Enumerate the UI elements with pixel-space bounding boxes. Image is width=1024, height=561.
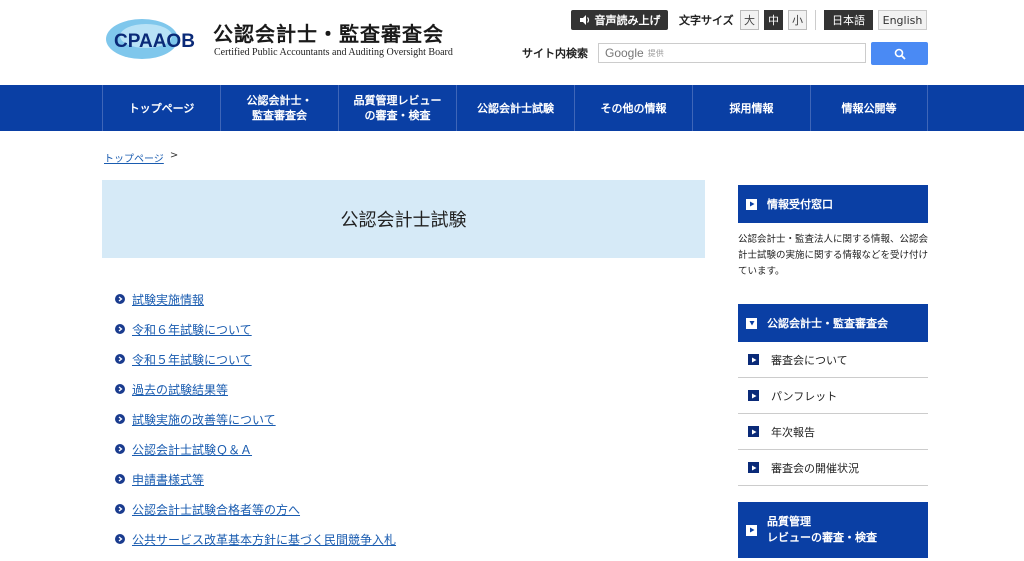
arrow-bullet-icon — [115, 534, 125, 544]
passers-link[interactable]: 公認会計士試験合格者等の方へ — [132, 501, 300, 518]
info-desk-text: 公認会計士・監査法人に関する情報、公認会計士試験の実施に関する情報などを受け付け… — [738, 234, 929, 277]
list-item: 公認会計士試験Ｑ＆Ａ — [115, 434, 396, 464]
nav-item-recruit[interactable]: 採用情報 — [692, 85, 810, 131]
lang-english-button[interactable]: English — [878, 10, 927, 30]
list-item: 公認会計士試験合格者等の方へ — [115, 494, 396, 524]
site-search-label: サイト内検索 — [522, 47, 588, 60]
nav-item-top[interactable]: トップページ — [102, 85, 220, 131]
page-title-box: 公認会計士試験 — [102, 180, 705, 258]
breadcrumb-home-link[interactable]: トップページ — [104, 150, 164, 165]
quality-review-title: 品質管理 レビューの審査・検査 — [767, 514, 877, 546]
arrow-bullet-icon — [115, 474, 125, 484]
list-item: 過去の試験結果等 — [115, 374, 396, 404]
arrow-right-icon — [748, 354, 759, 365]
nav-item-cpaaob[interactable]: 公認会計士・ 監査審査会 — [220, 85, 338, 131]
board-menu-label: 審査会の開催状況 — [771, 461, 859, 475]
quality-review-heading[interactable]: 品質管理 レビューの審査・検査 — [738, 502, 928, 558]
board-title: 公認会計士・監査審査会 — [767, 317, 888, 330]
arrow-bullet-icon — [115, 444, 125, 454]
site-search-input[interactable]: Google 提供 — [598, 43, 866, 63]
breadcrumb: トップページ > — [104, 150, 178, 165]
quality-review-title-line2: レビューの審査・検査 — [767, 531, 877, 544]
cpaaob-logo-icon[interactable]: CPAAOB — [104, 17, 204, 61]
font-size-small-button[interactable]: 小 — [788, 10, 807, 30]
application-forms-link[interactable]: 申請書様式等 — [132, 471, 204, 488]
list-item: 試験実施の改善等について — [115, 404, 396, 434]
lang-japanese-button[interactable]: 日本語 — [824, 10, 873, 30]
board-heading[interactable]: 公認会計士・監査審査会 — [738, 304, 928, 342]
nav-item-other-info[interactable]: その他の情報 — [574, 85, 692, 131]
public-service-bid-link[interactable]: 公共サービス改革基本方針に基づく民間競争入札 — [132, 531, 396, 548]
list-item: 令和６年試験について — [115, 314, 396, 344]
header-divider — [815, 10, 816, 30]
site-title-en: Certified Public Accountants and Auditin… — [214, 47, 453, 58]
board-menu-label: 審査会について — [771, 353, 848, 367]
page-title: 公認会計士試験 — [340, 210, 467, 231]
arrow-bullet-icon — [115, 384, 125, 394]
board-menu-label: 年次報告 — [771, 425, 815, 439]
list-item: 公共サービス改革基本方針に基づく民間競争入札 — [115, 524, 396, 554]
breadcrumb-separator: > — [169, 150, 179, 161]
board-menu-label: パンフレット — [771, 389, 838, 403]
quality-review-title-line1: 品質管理 — [767, 515, 811, 528]
list-item: 申請書様式等 — [115, 464, 396, 494]
board-menu: 審査会について パンフレット 年次報告 審査会の開催状況 — [738, 342, 928, 486]
board-menu-annual-report[interactable]: 年次報告 — [738, 414, 928, 450]
exam-improvement-link[interactable]: 試験実施の改善等について — [132, 411, 276, 428]
voice-readout-button[interactable]: 音声読み上げ — [571, 10, 668, 30]
list-item: 試験実施情報 — [115, 284, 396, 314]
search-icon — [894, 48, 906, 60]
voice-readout-label: 音声読み上げ — [594, 14, 661, 27]
site-title-jp[interactable]: 公認会計士・監査審査会 — [213, 18, 444, 47]
arrow-bullet-icon — [115, 354, 125, 364]
info-desk-title: 情報受付窓口 — [767, 198, 833, 211]
r5-exam-link[interactable]: 令和５年試験について — [132, 351, 252, 368]
past-results-link[interactable]: 過去の試験結果等 — [132, 381, 228, 398]
board-menu-pamphlet[interactable]: パンフレット — [738, 378, 928, 414]
arrow-right-icon — [748, 390, 759, 401]
arrow-right-icon — [746, 524, 757, 536]
exam-info-link[interactable]: 試験実施情報 — [132, 291, 204, 308]
arrow-bullet-icon — [115, 324, 125, 334]
nav-item-cpa-exam[interactable]: 公認会計士試験 — [456, 85, 574, 131]
font-size-label: 文字サイズ — [679, 14, 734, 27]
arrow-down-icon — [746, 317, 757, 329]
nav-item-quality-review[interactable]: 品質管理レビュー の審査・検査 — [338, 85, 456, 131]
speaker-icon — [579, 15, 589, 25]
google-brand: Google — [605, 46, 644, 60]
nav-item-disclosure[interactable]: 情報公開等 — [810, 85, 928, 131]
global-nav: トップページ 公認会計士・ 監査審査会 品質管理レビュー の審査・検査 公認会計… — [0, 85, 1024, 131]
board-menu-about[interactable]: 審査会について — [738, 342, 928, 378]
list-item: 令和５年試験について — [115, 344, 396, 374]
board-menu-meetings[interactable]: 審査会の開催状況 — [738, 450, 928, 486]
arrow-bullet-icon — [115, 504, 125, 514]
arrow-bullet-icon — [115, 414, 125, 424]
r6-exam-link[interactable]: 令和６年試験について — [132, 321, 252, 338]
arrow-right-icon — [746, 198, 757, 210]
font-size-large-button[interactable]: 大 — [740, 10, 759, 30]
info-desk-heading[interactable]: 情報受付窓口 — [738, 185, 928, 223]
font-size-medium-button[interactable]: 中 — [764, 10, 783, 30]
arrow-right-icon — [748, 426, 759, 437]
search-button[interactable] — [871, 42, 928, 65]
arrow-bullet-icon — [115, 294, 125, 304]
exam-qa-link[interactable]: 公認会計士試験Ｑ＆Ａ — [132, 441, 252, 458]
google-provided-label: 提供 — [647, 48, 664, 58]
site-header: CPAAOB 公認会計士・監査審査会 Certified Public Acco… — [0, 0, 1024, 85]
logo-mark-text: CPAAOB — [114, 31, 195, 52]
arrow-right-icon — [748, 462, 759, 473]
exam-link-list: 試験実施情報 令和６年試験について 令和５年試験について 過去の試験結果等 試験… — [115, 284, 396, 554]
